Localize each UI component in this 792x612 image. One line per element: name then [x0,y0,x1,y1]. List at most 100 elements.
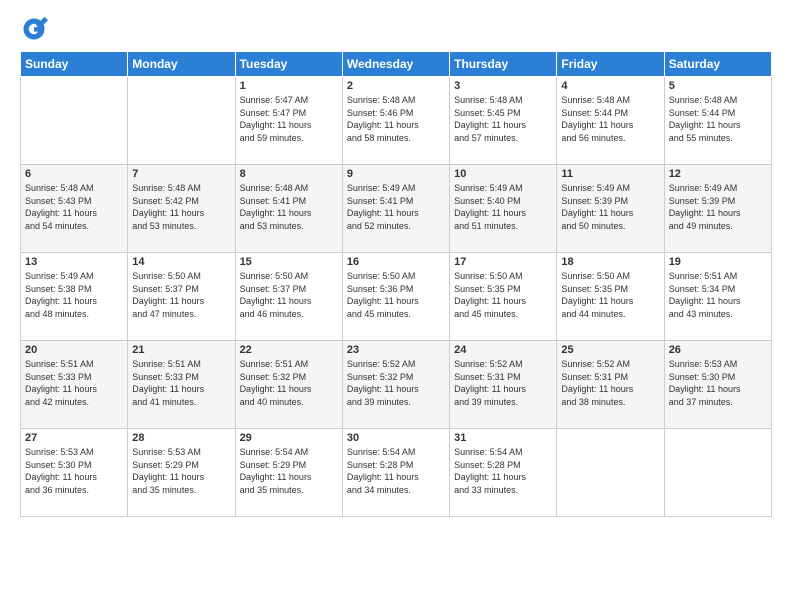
calendar: SundayMondayTuesdayWednesdayThursdayFrid… [20,51,772,517]
calendar-cell: 1 Sunrise: 5:47 AM Sunset: 5:47 PM Daylig… [235,77,342,165]
day-number: 25 [561,344,659,356]
calendar-week-row: 20Sunrise: 5:51 AM Sunset: 5:33 PM Dayli… [21,341,772,429]
weekday-header-tuesday: Tuesday [235,52,342,77]
calendar-cell: 7 Sunrise: 5:48 AM Sunset: 5:42 PM Daylig… [128,165,235,253]
cell-content: Sunrise: 5:48 AM Sunset: 5:46 PM Dayligh… [347,94,445,144]
calendar-cell: 20Sunrise: 5:51 AM Sunset: 5:33 PM Dayli… [21,341,128,429]
calendar-cell: 29 Sunrise: 5:54 AM Sunset: 5:29 PM Dayli… [235,429,342,517]
calendar-cell: 6 Sunrise: 5:48 AM Sunset: 5:43 PM Daylig… [21,165,128,253]
cell-content: Sunrise: 5:51 AM Sunset: 5:34 PM Dayligh… [669,270,767,320]
cell-content: Sunrise: 5:50 AM Sunset: 5:35 PM Dayligh… [454,270,552,320]
cell-content: Sunrise: 5:51 AM Sunset: 5:33 PM Dayligh… [132,358,230,408]
day-number: 29 [240,432,338,444]
calendar-week-row: 6 Sunrise: 5:48 AM Sunset: 5:43 PM Daylig… [21,165,772,253]
weekday-header-saturday: Saturday [664,52,771,77]
day-number: 5 [669,80,767,92]
day-number: 12 [669,168,767,180]
calendar-cell: 19 Sunrise: 5:51 AM Sunset: 5:34 PM Dayli… [664,253,771,341]
cell-content: Sunrise: 5:50 AM Sunset: 5:36 PM Dayligh… [347,270,445,320]
day-number: 23 [347,344,445,356]
calendar-cell: 28 Sunrise: 5:53 AM Sunset: 5:29 PM Dayli… [128,429,235,517]
cell-content: Sunrise: 5:54 AM Sunset: 5:29 PM Dayligh… [240,446,338,496]
cell-content: Sunrise: 5:52 AM Sunset: 5:32 PM Dayligh… [347,358,445,408]
day-number: 19 [669,256,767,268]
calendar-cell: 27 Sunrise: 5:53 AM Sunset: 5:30 PM Dayli… [21,429,128,517]
calendar-cell: 14Sunrise: 5:50 AM Sunset: 5:37 PM Dayli… [128,253,235,341]
day-number: 3 [454,80,552,92]
cell-content: Sunrise: 5:51 AM Sunset: 5:32 PM Dayligh… [240,358,338,408]
logo-icon [20,15,48,43]
cell-content: Sunrise: 5:51 AM Sunset: 5:33 PM Dayligh… [25,358,123,408]
cell-content: Sunrise: 5:54 AM Sunset: 5:28 PM Dayligh… [347,446,445,496]
calendar-cell: 12 Sunrise: 5:49 AM Sunset: 5:39 PM Dayli… [664,165,771,253]
calendar-cell: 26 Sunrise: 5:53 AM Sunset: 5:30 PM Dayli… [664,341,771,429]
day-number: 16 [347,256,445,268]
calendar-cell: 17 Sunrise: 5:50 AM Sunset: 5:35 PM Dayli… [450,253,557,341]
day-number: 9 [347,168,445,180]
calendar-cell: 13Sunrise: 5:49 AM Sunset: 5:38 PM Dayli… [21,253,128,341]
calendar-cell: 21Sunrise: 5:51 AM Sunset: 5:33 PM Dayli… [128,341,235,429]
calendar-cell: 16 Sunrise: 5:50 AM Sunset: 5:36 PM Dayli… [342,253,449,341]
calendar-cell: 24 Sunrise: 5:52 AM Sunset: 5:31 PM Dayli… [450,341,557,429]
cell-content: Sunrise: 5:49 AM Sunset: 5:40 PM Dayligh… [454,182,552,232]
cell-content: Sunrise: 5:49 AM Sunset: 5:39 PM Dayligh… [669,182,767,232]
logo [20,15,52,43]
day-number: 30 [347,432,445,444]
calendar-cell: 23 Sunrise: 5:52 AM Sunset: 5:32 PM Dayli… [342,341,449,429]
header [20,15,772,43]
calendar-cell: 4 Sunrise: 5:48 AM Sunset: 5:44 PM Daylig… [557,77,664,165]
cell-content: Sunrise: 5:53 AM Sunset: 5:30 PM Dayligh… [669,358,767,408]
weekday-header-monday: Monday [128,52,235,77]
calendar-week-row: 27 Sunrise: 5:53 AM Sunset: 5:30 PM Dayli… [21,429,772,517]
calendar-cell: 31 Sunrise: 5:54 AM Sunset: 5:28 PM Dayli… [450,429,557,517]
cell-content: Sunrise: 5:47 AM Sunset: 5:47 PM Dayligh… [240,94,338,144]
calendar-cell: 30 Sunrise: 5:54 AM Sunset: 5:28 PM Dayli… [342,429,449,517]
cell-content: Sunrise: 5:52 AM Sunset: 5:31 PM Dayligh… [454,358,552,408]
calendar-cell: 8 Sunrise: 5:48 AM Sunset: 5:41 PM Daylig… [235,165,342,253]
day-number: 26 [669,344,767,356]
calendar-week-row: 1 Sunrise: 5:47 AM Sunset: 5:47 PM Daylig… [21,77,772,165]
cell-content: Sunrise: 5:53 AM Sunset: 5:30 PM Dayligh… [25,446,123,496]
day-number: 28 [132,432,230,444]
calendar-cell: 9 Sunrise: 5:49 AM Sunset: 5:41 PM Daylig… [342,165,449,253]
day-number: 1 [240,80,338,92]
calendar-cell: 11Sunrise: 5:49 AM Sunset: 5:39 PM Dayli… [557,165,664,253]
calendar-cell [664,429,771,517]
cell-content: Sunrise: 5:50 AM Sunset: 5:35 PM Dayligh… [561,270,659,320]
calendar-cell: 25Sunrise: 5:52 AM Sunset: 5:31 PM Dayli… [557,341,664,429]
weekday-header-wednesday: Wednesday [342,52,449,77]
cell-content: Sunrise: 5:48 AM Sunset: 5:43 PM Dayligh… [25,182,123,232]
day-number: 27 [25,432,123,444]
day-number: 24 [454,344,552,356]
weekday-header-sunday: Sunday [21,52,128,77]
cell-content: Sunrise: 5:48 AM Sunset: 5:41 PM Dayligh… [240,182,338,232]
cell-content: Sunrise: 5:48 AM Sunset: 5:45 PM Dayligh… [454,94,552,144]
cell-content: Sunrise: 5:48 AM Sunset: 5:44 PM Dayligh… [669,94,767,144]
cell-content: Sunrise: 5:49 AM Sunset: 5:41 PM Dayligh… [347,182,445,232]
day-number: 11 [561,168,659,180]
cell-content: Sunrise: 5:50 AM Sunset: 5:37 PM Dayligh… [240,270,338,320]
cell-content: Sunrise: 5:54 AM Sunset: 5:28 PM Dayligh… [454,446,552,496]
day-number: 4 [561,80,659,92]
calendar-cell [557,429,664,517]
cell-content: Sunrise: 5:48 AM Sunset: 5:44 PM Dayligh… [561,94,659,144]
calendar-cell: 22 Sunrise: 5:51 AM Sunset: 5:32 PM Dayli… [235,341,342,429]
calendar-cell: 3 Sunrise: 5:48 AM Sunset: 5:45 PM Daylig… [450,77,557,165]
cell-content: Sunrise: 5:48 AM Sunset: 5:42 PM Dayligh… [132,182,230,232]
day-number: 6 [25,168,123,180]
day-number: 8 [240,168,338,180]
day-number: 7 [132,168,230,180]
calendar-cell [21,77,128,165]
calendar-cell: 18 Sunrise: 5:50 AM Sunset: 5:35 PM Dayli… [557,253,664,341]
day-number: 10 [454,168,552,180]
day-number: 18 [561,256,659,268]
day-number: 22 [240,344,338,356]
day-number: 17 [454,256,552,268]
cell-content: Sunrise: 5:53 AM Sunset: 5:29 PM Dayligh… [132,446,230,496]
calendar-cell: 5 Sunrise: 5:48 AM Sunset: 5:44 PM Daylig… [664,77,771,165]
cell-content: Sunrise: 5:50 AM Sunset: 5:37 PM Dayligh… [132,270,230,320]
page: SundayMondayTuesdayWednesdayThursdayFrid… [0,0,792,612]
cell-content: Sunrise: 5:49 AM Sunset: 5:38 PM Dayligh… [25,270,123,320]
calendar-cell: 2Sunrise: 5:48 AM Sunset: 5:46 PM Daylig… [342,77,449,165]
day-number: 31 [454,432,552,444]
